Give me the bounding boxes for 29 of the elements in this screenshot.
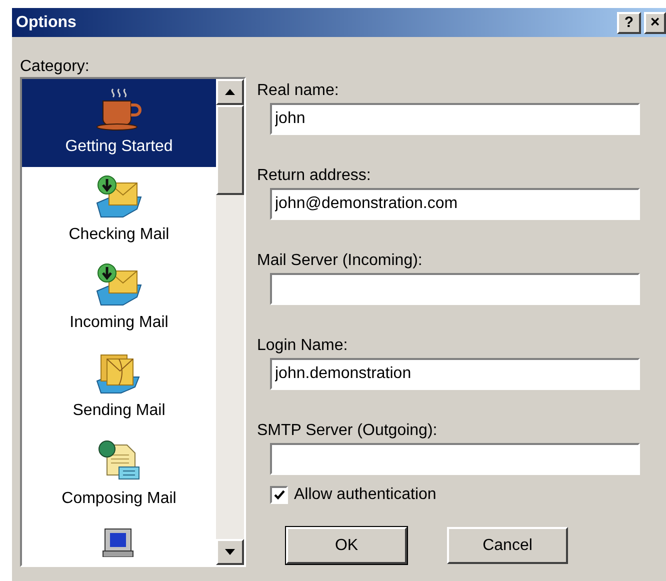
field-label: Mail Server (Incoming):: [257, 251, 424, 271]
scrollbar[interactable]: [216, 79, 244, 565]
up-arrow-icon: [225, 89, 235, 95]
checkbox-label: Allow authentication: [294, 485, 436, 505]
field-label: Login Name:: [257, 336, 349, 356]
window-title: Options: [16, 12, 76, 32]
scroll-down-button[interactable]: [216, 539, 244, 565]
category-item-label: Checking Mail: [68, 225, 170, 245]
checkbox[interactable]: [270, 486, 288, 504]
dialog-button[interactable]: OK: [286, 527, 407, 564]
dialog-button[interactable]: Cancel: [447, 527, 568, 564]
down-arrow-icon: [225, 549, 235, 555]
text-field[interactable]: [270, 443, 640, 475]
field-label: SMTP Server (Outgoing):: [257, 421, 438, 441]
category-item[interactable]: Getting Started: [22, 79, 216, 167]
category-item-label: Sending Mail: [72, 401, 166, 421]
scroll-thumb[interactable]: [216, 105, 244, 195]
checkmark-icon: [274, 490, 284, 500]
category-item-label: Incoming Mail: [70, 313, 168, 333]
text-field[interactable]: [270, 273, 640, 305]
category-label: Category:: [20, 57, 90, 77]
category-item-label: Composing Mail: [62, 489, 176, 509]
coffee-cup-icon: [95, 87, 143, 131]
help-button[interactable]: ?: [617, 12, 641, 34]
field-label: Return address:: [257, 166, 372, 186]
scroll-up-button[interactable]: [216, 79, 244, 105]
field-label: Real name:: [257, 81, 340, 101]
category-item-label: Getting Started: [65, 137, 173, 157]
close-button[interactable]: ×: [644, 12, 666, 34]
